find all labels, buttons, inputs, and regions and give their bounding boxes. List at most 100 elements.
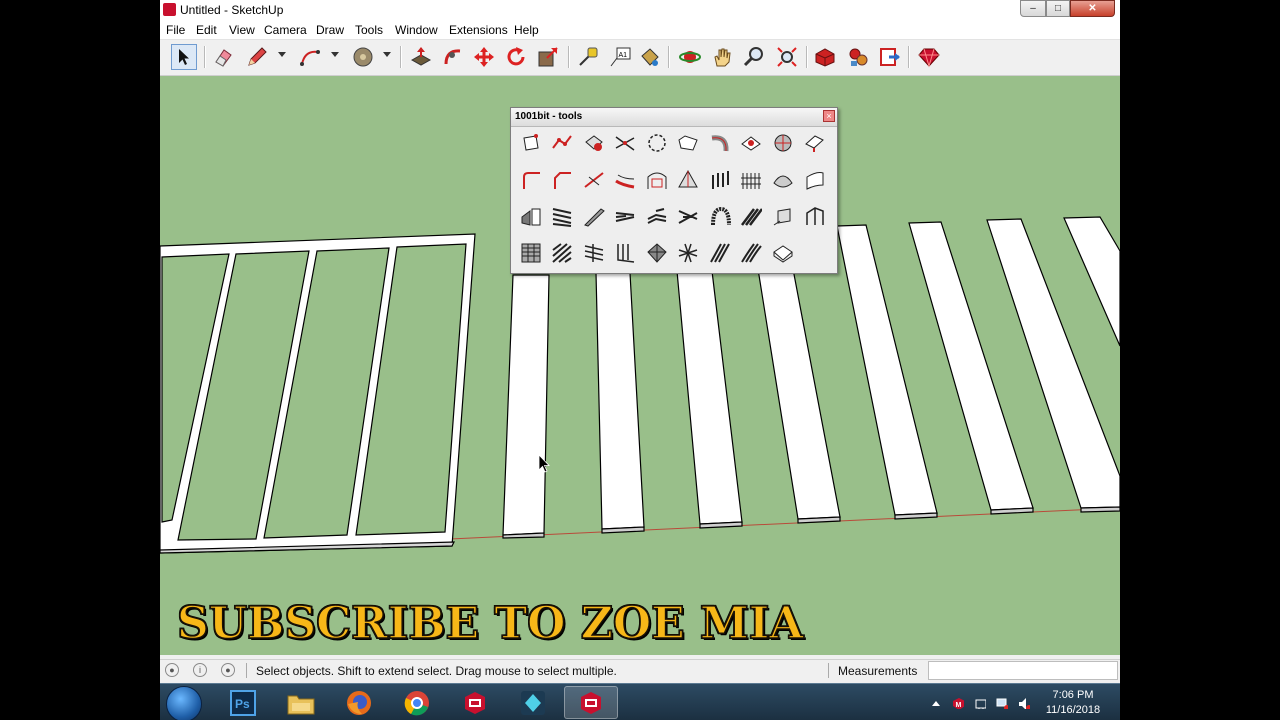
- select-tool-button[interactable]: [171, 44, 197, 70]
- network-icon[interactable]: [996, 697, 1008, 709]
- palette-tool[interactable]: [644, 167, 670, 193]
- palette-tool[interactable]: [612, 203, 638, 229]
- send-to-layout-button[interactable]: [877, 44, 903, 70]
- palette-tool[interactable]: [675, 203, 701, 229]
- palette-tool[interactable]: [738, 240, 764, 266]
- palette-tool[interactable]: [581, 130, 607, 156]
- close-button[interactable]: ✕: [1070, 0, 1115, 17]
- taskbar-sketchup-app[interactable]: [506, 686, 560, 719]
- geo-location-icon[interactable]: ●: [165, 663, 179, 677]
- palette-tool[interactable]: [707, 240, 733, 266]
- palette-tool[interactable]: [801, 130, 827, 156]
- warehouse-button[interactable]: [812, 44, 838, 70]
- palette-tool[interactable]: [738, 203, 764, 229]
- palette-tool[interactable]: [644, 203, 670, 229]
- arc-tool-button[interactable]: [297, 44, 323, 70]
- tape-measure-tool-button[interactable]: [575, 44, 601, 70]
- palette-tool[interactable]: [707, 203, 733, 229]
- push-pull-tool-button[interactable]: [408, 44, 434, 70]
- palette-tool[interactable]: [518, 240, 544, 266]
- shapes-dropdown-arrow[interactable]: [383, 52, 391, 57]
- taskbar-sketchup-window[interactable]: [564, 686, 618, 719]
- mcafee-icon[interactable]: M: [952, 697, 964, 709]
- corner-fillet-icon: [523, 172, 540, 189]
- palette-tool[interactable]: [581, 240, 607, 266]
- palette-tool[interactable]: [801, 203, 827, 229]
- pan-tool-button[interactable]: [709, 44, 735, 70]
- taskbar-firefox[interactable]: [332, 686, 386, 719]
- clock-date: 11/16/2018: [1045, 704, 1101, 716]
- paint-bucket-tool-button[interactable]: [637, 44, 663, 70]
- palette-tool[interactable]: [549, 167, 575, 193]
- palette-tool[interactable]: [738, 130, 764, 156]
- palette-tool[interactable]: [770, 130, 796, 156]
- palette-tool[interactable]: [675, 130, 701, 156]
- menu-edit[interactable]: Edit: [196, 23, 217, 37]
- rotate-tool-button[interactable]: [503, 44, 529, 70]
- palette-tool[interactable]: [549, 130, 575, 156]
- ruby-console-button[interactable]: [916, 44, 942, 70]
- palette-tool[interactable]: [738, 167, 764, 193]
- text-tool-button[interactable]: A1: [607, 44, 633, 70]
- menu-file[interactable]: File: [166, 23, 185, 37]
- arc-dropdown-arrow[interactable]: [331, 52, 339, 57]
- palette-close-button[interactable]: ×: [823, 110, 835, 122]
- start-button[interactable]: [166, 686, 202, 720]
- palette-tool[interactable]: [675, 167, 701, 193]
- palette-tool[interactable]: [518, 167, 544, 193]
- palette-tool[interactable]: [644, 240, 670, 266]
- palette-tool[interactable]: [581, 203, 607, 229]
- sketchup-app-icon: [163, 3, 176, 16]
- scale-tool-button[interactable]: [535, 44, 561, 70]
- follow-me-tool-button[interactable]: [440, 44, 466, 70]
- measurements-box[interactable]: [928, 661, 1118, 680]
- menu-window[interactable]: Window: [395, 23, 438, 37]
- palette-tool[interactable]: [644, 130, 670, 156]
- palette-tool[interactable]: [770, 203, 796, 229]
- palette-tool[interactable]: [612, 167, 638, 193]
- menu-view[interactable]: View: [229, 23, 255, 37]
- palette-tool[interactable]: [612, 130, 638, 156]
- extension-warehouse-button[interactable]: [845, 44, 871, 70]
- palette-tool[interactable]: [707, 130, 733, 156]
- palette-tool[interactable]: [518, 130, 544, 156]
- palette-tool[interactable]: [801, 167, 827, 193]
- palette-title-bar[interactable]: 1001bit - tools ×: [511, 108, 837, 127]
- account-icon[interactable]: ●: [221, 663, 235, 677]
- menu-help[interactable]: Help: [514, 23, 539, 37]
- pencil-dropdown-arrow[interactable]: [278, 52, 286, 57]
- palette-tool[interactable]: [770, 240, 796, 266]
- eraser-tool-button[interactable]: [210, 44, 236, 70]
- volume-icon[interactable]: [1018, 697, 1030, 709]
- palette-tool[interactable]: [581, 167, 607, 193]
- menu-draw[interactable]: Draw: [316, 23, 344, 37]
- move-tool-button[interactable]: [471, 44, 497, 70]
- menu-tools[interactable]: Tools: [355, 23, 383, 37]
- maximize-button[interactable]: □: [1046, 0, 1070, 17]
- palette-tool[interactable]: [518, 203, 544, 229]
- palette-tool[interactable]: [612, 240, 638, 266]
- landing-stairs-icon: [647, 208, 667, 224]
- bend-icon: [711, 135, 729, 152]
- shapes-tool-button[interactable]: [350, 44, 376, 70]
- zoom-tool-button[interactable]: [741, 44, 767, 70]
- palette-tool[interactable]: [549, 203, 575, 229]
- taskbar-photoshop[interactable]: Ps: [216, 686, 270, 719]
- taskbar-chrome[interactable]: [390, 686, 444, 719]
- action-center-icon[interactable]: [974, 697, 986, 709]
- credits-icon[interactable]: i: [193, 663, 207, 677]
- minimize-button[interactable]: –: [1020, 0, 1046, 17]
- palette-tool[interactable]: [707, 167, 733, 193]
- pencil-tool-button[interactable]: [244, 44, 270, 70]
- orbit-tool-button[interactable]: [677, 44, 703, 70]
- taskbar-sketchup[interactable]: [448, 686, 502, 719]
- palette-tool[interactable]: [770, 167, 796, 193]
- show-hidden-icons-icon[interactable]: [930, 697, 942, 709]
- menu-camera[interactable]: Camera: [264, 23, 307, 37]
- clock[interactable]: 7:06 PM 11/16/2018: [1038, 688, 1108, 718]
- menu-extensions[interactable]: Extensions: [449, 23, 508, 37]
- palette-tool[interactable]: [675, 240, 701, 266]
- zoom-extents-tool-button[interactable]: [774, 44, 800, 70]
- taskbar-file-explorer[interactable]: [274, 686, 328, 719]
- palette-tool[interactable]: [549, 240, 575, 266]
